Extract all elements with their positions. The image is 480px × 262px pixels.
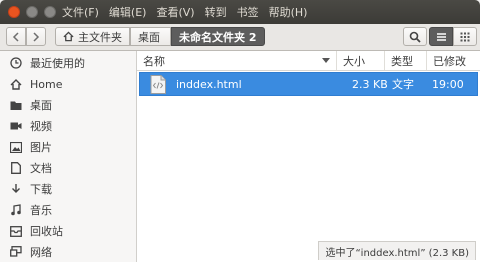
file-row-selected[interactable]: inddex.html 2.3 KB 文字 19:00 [139,72,478,96]
menu-edit[interactable]: 编辑(E) [109,4,147,20]
sidebar-item-recent[interactable]: 最近使用的 [0,53,136,73]
sidebar-item-downloads[interactable]: 下载 [0,179,136,199]
sidebar: 最近使用的 Home 桌面 视频 图片 文档 下载 音乐 回收站 网络 [0,51,137,262]
sidebar-item-label: 文档 [30,162,52,175]
maximize-window-button[interactable] [44,6,56,18]
sidebar-item-label: 桌面 [30,99,52,112]
menu-go[interactable]: 转到 [205,4,227,20]
video-icon [8,121,24,131]
breadcrumb-current-folder[interactable]: 未命名文件夹 2 [171,27,265,46]
column-label: 大小 [343,54,365,68]
file-modified: 19:00 [432,77,464,91]
column-header-modified[interactable]: 已修改 [427,51,480,70]
menu-bookmarks[interactable]: 书签 [237,4,259,20]
column-label: 已修改 [433,54,466,68]
breadcrumb-label: 主文件夹 [78,30,122,44]
sidebar-item-label: 最近使用的 [30,57,85,70]
status-bar: 选中了“inddex.html” (2.3 KB) [318,241,476,260]
breadcrumb-label: 未命名文件夹 2 [179,30,257,44]
trash-icon [8,225,24,237]
sidebar-item-label: Home [30,77,63,91]
column-label: 名称 [143,54,165,68]
desktop-folder-icon [8,100,24,111]
window-controls [2,6,62,18]
music-icon [8,204,24,216]
column-header-row: 名称 大小 类型 已修改 [137,51,480,71]
file-icon-cell [150,73,166,95]
forward-button[interactable] [26,27,46,46]
sidebar-item-documents[interactable]: 文档 [0,158,136,178]
column-header-type[interactable]: 类型 [385,51,427,70]
breadcrumb-label: 桌面 [138,30,160,44]
menubar: 文件(F) 编辑(E) 查看(V) 转到 书签 帮助(H) [0,0,480,24]
list-view-icon [436,32,446,41]
menu-view[interactable]: 查看(V) [156,4,194,20]
breadcrumb-home[interactable]: 主文件夹 [55,27,130,46]
sidebar-item-label: 回收站 [30,225,63,238]
sidebar-item-desktop[interactable]: 桌面 [0,95,136,115]
download-icon [8,183,24,195]
sidebar-item-network[interactable]: 网络 [0,242,136,262]
toolbar: 主文件夹 桌面 未命名文件夹 2 [0,24,480,51]
sidebar-item-label: 下载 [30,183,52,196]
grid-view-button[interactable] [453,27,477,46]
sidebar-item-home[interactable]: Home [0,74,136,94]
sidebar-item-label: 图片 [30,141,52,154]
sidebar-item-videos[interactable]: 视频 [0,116,136,136]
search-icon [409,31,421,43]
file-size: 2.3 KB [352,77,388,91]
sort-down-icon [322,58,330,63]
file-name: inddex.html [176,77,242,91]
column-header-name[interactable]: 名称 [137,51,337,70]
recent-icon [8,57,24,69]
column-header-size[interactable]: 大小 [337,51,385,70]
menu-file[interactable]: 文件(F) [62,4,99,20]
file-list: 名称 大小 类型 已修改 inddex.html 2.3 KB 文字 19:00 [137,51,480,262]
file-type: 文字 [392,78,414,91]
minimize-window-button[interactable] [26,6,38,18]
sidebar-item-music[interactable]: 音乐 [0,200,136,220]
sidebar-item-trash[interactable]: 回收站 [0,221,136,241]
network-icon [8,246,24,258]
menu-help[interactable]: 帮助(H) [269,4,308,20]
document-icon [8,162,24,174]
home-icon [8,78,24,90]
breadcrumb-desktop[interactable]: 桌面 [130,27,171,46]
sidebar-item-pictures[interactable]: 图片 [0,137,136,157]
home-icon [63,31,74,42]
back-button[interactable] [6,27,26,46]
sidebar-item-label: 网络 [30,246,52,259]
close-window-button[interactable] [8,6,20,18]
html-file-icon [150,74,166,94]
picture-icon [8,141,24,153]
search-button[interactable] [403,27,427,46]
grid-view-icon [460,32,470,41]
list-view-button[interactable] [429,27,453,46]
status-text: 选中了“inddex.html” (2.3 KB) [325,247,469,259]
sidebar-item-label: 音乐 [30,204,52,217]
sidebar-item-label: 视频 [30,120,52,133]
chevron-right-icon [33,31,40,42]
column-label: 类型 [391,54,413,68]
chevron-left-icon [12,31,19,42]
